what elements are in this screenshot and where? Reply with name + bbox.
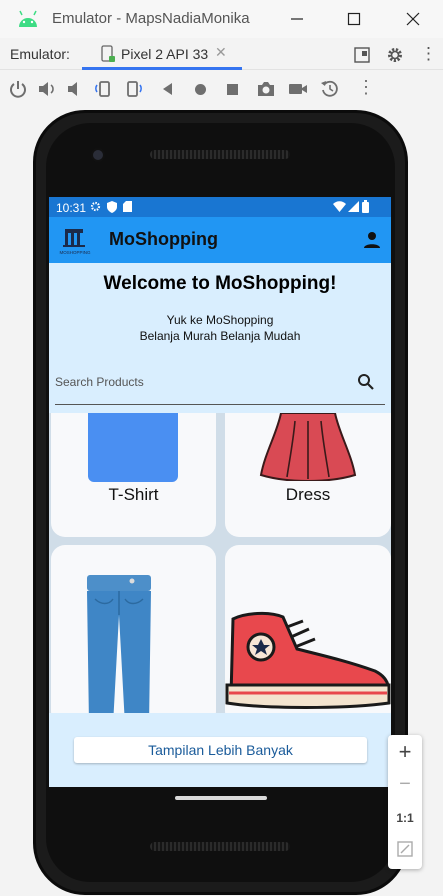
product-name: T-Shirt bbox=[108, 485, 159, 504]
android-logo-icon bbox=[19, 10, 37, 27]
logo-text: MOSHOPPING bbox=[59, 250, 91, 255]
shield-status-icon bbox=[107, 201, 117, 213]
sd-card-status-icon bbox=[123, 201, 132, 212]
product-card-dress[interactable]: Dress bbox=[225, 413, 391, 537]
moshopping-logo: MOSHOPPING bbox=[59, 229, 91, 255]
wifi-status-icon bbox=[333, 201, 346, 212]
emulator-toolbar: ⋮ bbox=[0, 71, 443, 107]
product-card-jeans[interactable] bbox=[51, 545, 216, 713]
search-bar bbox=[55, 361, 385, 405]
minimize-button[interactable] bbox=[283, 6, 311, 32]
volume-up-icon[interactable] bbox=[37, 79, 57, 99]
gear-icon[interactable] bbox=[386, 46, 404, 64]
device-icon bbox=[101, 45, 115, 62]
fit-screen-icon[interactable] bbox=[397, 841, 413, 857]
tagline-secondary: Belanja Murah Belanja Mudah bbox=[139, 329, 301, 343]
person-icon[interactable] bbox=[363, 231, 381, 249]
tshirt-image bbox=[88, 413, 178, 482]
dress-image bbox=[259, 413, 357, 481]
emulator-tabbar: Emulator: Pixel 2 API 33 ✕ ⋮ bbox=[0, 38, 443, 70]
status-time: 10:31 bbox=[56, 201, 87, 215]
bottom-speaker bbox=[150, 842, 290, 851]
zoom-actual-size-button[interactable]: 1:1 bbox=[388, 811, 422, 825]
home-gesture-bar[interactable] bbox=[175, 796, 267, 800]
footer-area: Tampilan Lebih Banyak bbox=[49, 713, 391, 787]
welcome-title: Welcome to MoShopping! bbox=[103, 273, 337, 294]
power-icon[interactable] bbox=[8, 79, 28, 99]
signal-status-icon bbox=[348, 201, 359, 212]
rotate-left-icon[interactable] bbox=[93, 79, 113, 99]
app-bar: MOSHOPPING MoShopping bbox=[49, 217, 391, 263]
close-icon bbox=[406, 12, 420, 26]
record-icon[interactable] bbox=[288, 79, 308, 99]
zoom-in-button[interactable]: + bbox=[388, 739, 422, 765]
search-input[interactable] bbox=[55, 371, 335, 393]
maximize-icon bbox=[347, 12, 361, 26]
product-name: Dress bbox=[285, 485, 331, 504]
device-screen: 10:31 MOSHOPPING MoShopping Welcome to M… bbox=[49, 197, 391, 787]
maximize-button[interactable] bbox=[340, 6, 368, 32]
overview-icon[interactable] bbox=[227, 84, 238, 95]
jeans-image bbox=[87, 575, 151, 713]
view-more-button[interactable]: Tampilan Lebih Banyak bbox=[74, 737, 367, 763]
welcome-header: Welcome to MoShopping! Yuk ke MoShopping… bbox=[49, 263, 391, 413]
close-window-button[interactable] bbox=[399, 6, 427, 32]
battery-status-icon bbox=[362, 200, 369, 213]
zoom-panel: + − 1:1 bbox=[388, 735, 422, 869]
settings-status-icon bbox=[90, 201, 101, 212]
app-title: MoShopping bbox=[109, 229, 218, 249]
tab-pixel-2[interactable]: Pixel 2 API 33 ✕ bbox=[82, 38, 242, 70]
status-bar: 10:31 bbox=[49, 197, 391, 217]
window-mode-icon[interactable] bbox=[354, 47, 370, 63]
window-title: Emulator - MapsNadiaMonika bbox=[52, 10, 250, 27]
rotate-right-icon[interactable] bbox=[124, 79, 144, 99]
zoom-out-button[interactable]: − bbox=[388, 773, 422, 796]
emulator-label: Emulator: bbox=[10, 46, 70, 62]
tab-active-indicator bbox=[82, 67, 242, 70]
top-speaker bbox=[150, 150, 290, 159]
more-vert-icon[interactable]: ⋮ bbox=[420, 44, 437, 64]
window-titlebar: Emulator - MapsNadiaMonika bbox=[0, 0, 443, 38]
search-icon[interactable] bbox=[357, 373, 375, 391]
tab-close-icon[interactable]: ✕ bbox=[215, 44, 227, 61]
camera-icon bbox=[91, 148, 105, 162]
tagline-primary: Yuk ke MoShopping bbox=[166, 313, 274, 327]
screenshot-icon[interactable] bbox=[256, 79, 276, 99]
back-icon[interactable] bbox=[158, 79, 178, 99]
volume-down-icon[interactable] bbox=[64, 79, 84, 99]
minimize-icon bbox=[291, 18, 303, 20]
sneaker-image bbox=[225, 611, 391, 709]
product-card-sneakers[interactable] bbox=[225, 545, 391, 713]
product-grid: T-Shirt Dress bbox=[49, 413, 391, 713]
tab-label: Pixel 2 API 33 bbox=[121, 46, 209, 62]
snapshot-icon[interactable] bbox=[320, 79, 340, 99]
product-card-tshirt[interactable]: T-Shirt bbox=[51, 413, 216, 537]
home-icon[interactable] bbox=[195, 84, 206, 95]
more-icon[interactable]: ⋮ bbox=[357, 77, 375, 98]
